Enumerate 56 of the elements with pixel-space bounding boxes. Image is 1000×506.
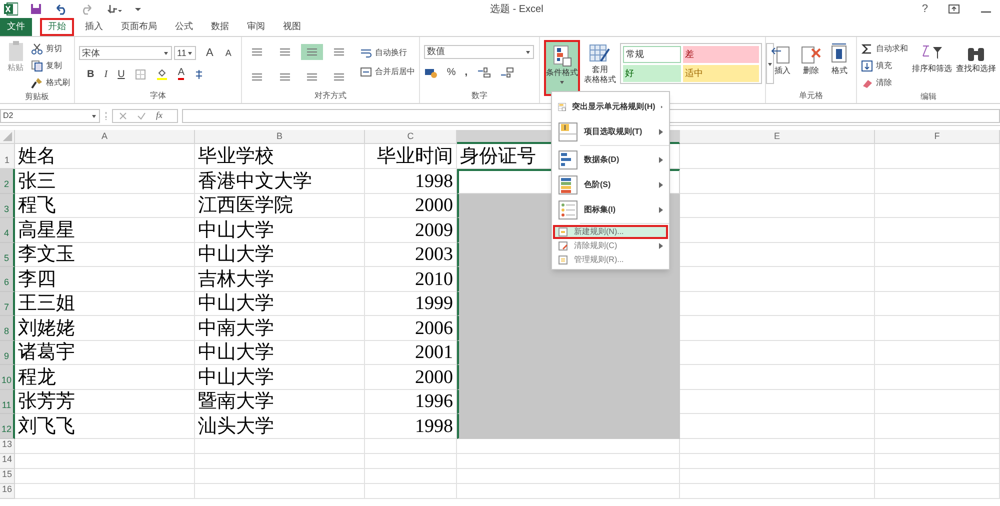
cell-text: 身份证号 xyxy=(460,146,536,168)
menu-item-label: 管理规则(R)... xyxy=(574,254,625,266)
cell-text: 毕业时间 xyxy=(377,146,453,168)
menu-item-label: 新建规则(N)... xyxy=(574,226,625,238)
cell-text: 程龙 xyxy=(18,366,56,388)
cell-text: 1996 xyxy=(415,391,453,413)
cell-text: 香港中文大学 xyxy=(198,170,312,192)
cell-text: 中山大学 xyxy=(198,342,274,364)
cell-text: 刘飞飞 xyxy=(18,416,75,438)
group-label: 对齐方式 xyxy=(314,90,348,102)
cell-text: 2003 xyxy=(415,244,453,266)
name-box-value: D2 xyxy=(3,110,14,122)
menu-item-label: 色阶(S) xyxy=(584,178,612,190)
group-label: 剪贴板 xyxy=(24,91,50,103)
cell-text: 2001 xyxy=(415,342,453,364)
cell-text: 中南大学 xyxy=(198,318,274,340)
cell-text: 汕头大学 xyxy=(198,416,274,438)
cell-text: 1999 xyxy=(415,293,453,315)
cell-text: 暨南大学 xyxy=(198,391,274,413)
cell-text: 中山大学 xyxy=(198,244,274,266)
group-label: 单元格 xyxy=(798,90,824,102)
group-label: 数字 xyxy=(470,90,488,102)
menu-item-label: 项目选取规则(T) xyxy=(584,126,644,138)
cell-text: 毕业学校 xyxy=(198,146,274,168)
cell-text: 诸葛宇 xyxy=(18,342,75,364)
font-size-value: 11 xyxy=(177,46,186,60)
cell-text: 王三姐 xyxy=(18,293,75,315)
cell-text: 张三 xyxy=(18,170,56,192)
menu-item-label: 图标集(I) xyxy=(584,204,617,216)
cell-text: 2009 xyxy=(415,220,453,242)
menu-item-label: 突出显示单元格规则(H) xyxy=(572,100,656,112)
cell-text: 中山大学 xyxy=(198,220,274,242)
font-name-value: 宋体 xyxy=(82,46,100,60)
cell-text: 中山大学 xyxy=(198,293,274,315)
group-label: 编辑 xyxy=(920,91,938,103)
cell-text: 张芳芳 xyxy=(18,391,75,413)
cell-text: 李四 xyxy=(18,268,56,290)
cell-text: 高星星 xyxy=(18,220,75,242)
cell-text: 2000 xyxy=(415,366,453,388)
menu-item-label: 清除规则(C) xyxy=(574,240,618,252)
menu-item-label: 数据条(D) xyxy=(584,154,620,166)
number-format-value: 数值 xyxy=(426,45,445,58)
cell-text: 1998 xyxy=(415,170,453,192)
cell-text: 2006 xyxy=(415,318,453,340)
cell-text: 刘姥姥 xyxy=(18,318,75,340)
cell-text: 1998 xyxy=(415,416,453,438)
cell-text: 姓名 xyxy=(18,146,56,168)
window-title: 选题 - Excel xyxy=(490,2,544,17)
cell-text: 江西医学院 xyxy=(198,195,293,217)
cell-text: 2010 xyxy=(415,268,453,290)
cell-text: 程飞 xyxy=(18,195,56,217)
cell-text: 李文玉 xyxy=(18,244,75,266)
group-label: 字体 xyxy=(149,90,168,102)
cell-text: 吉林大学 xyxy=(198,268,274,290)
cell-text: 2000 xyxy=(415,195,453,217)
cell-text: 中山大学 xyxy=(198,366,274,388)
